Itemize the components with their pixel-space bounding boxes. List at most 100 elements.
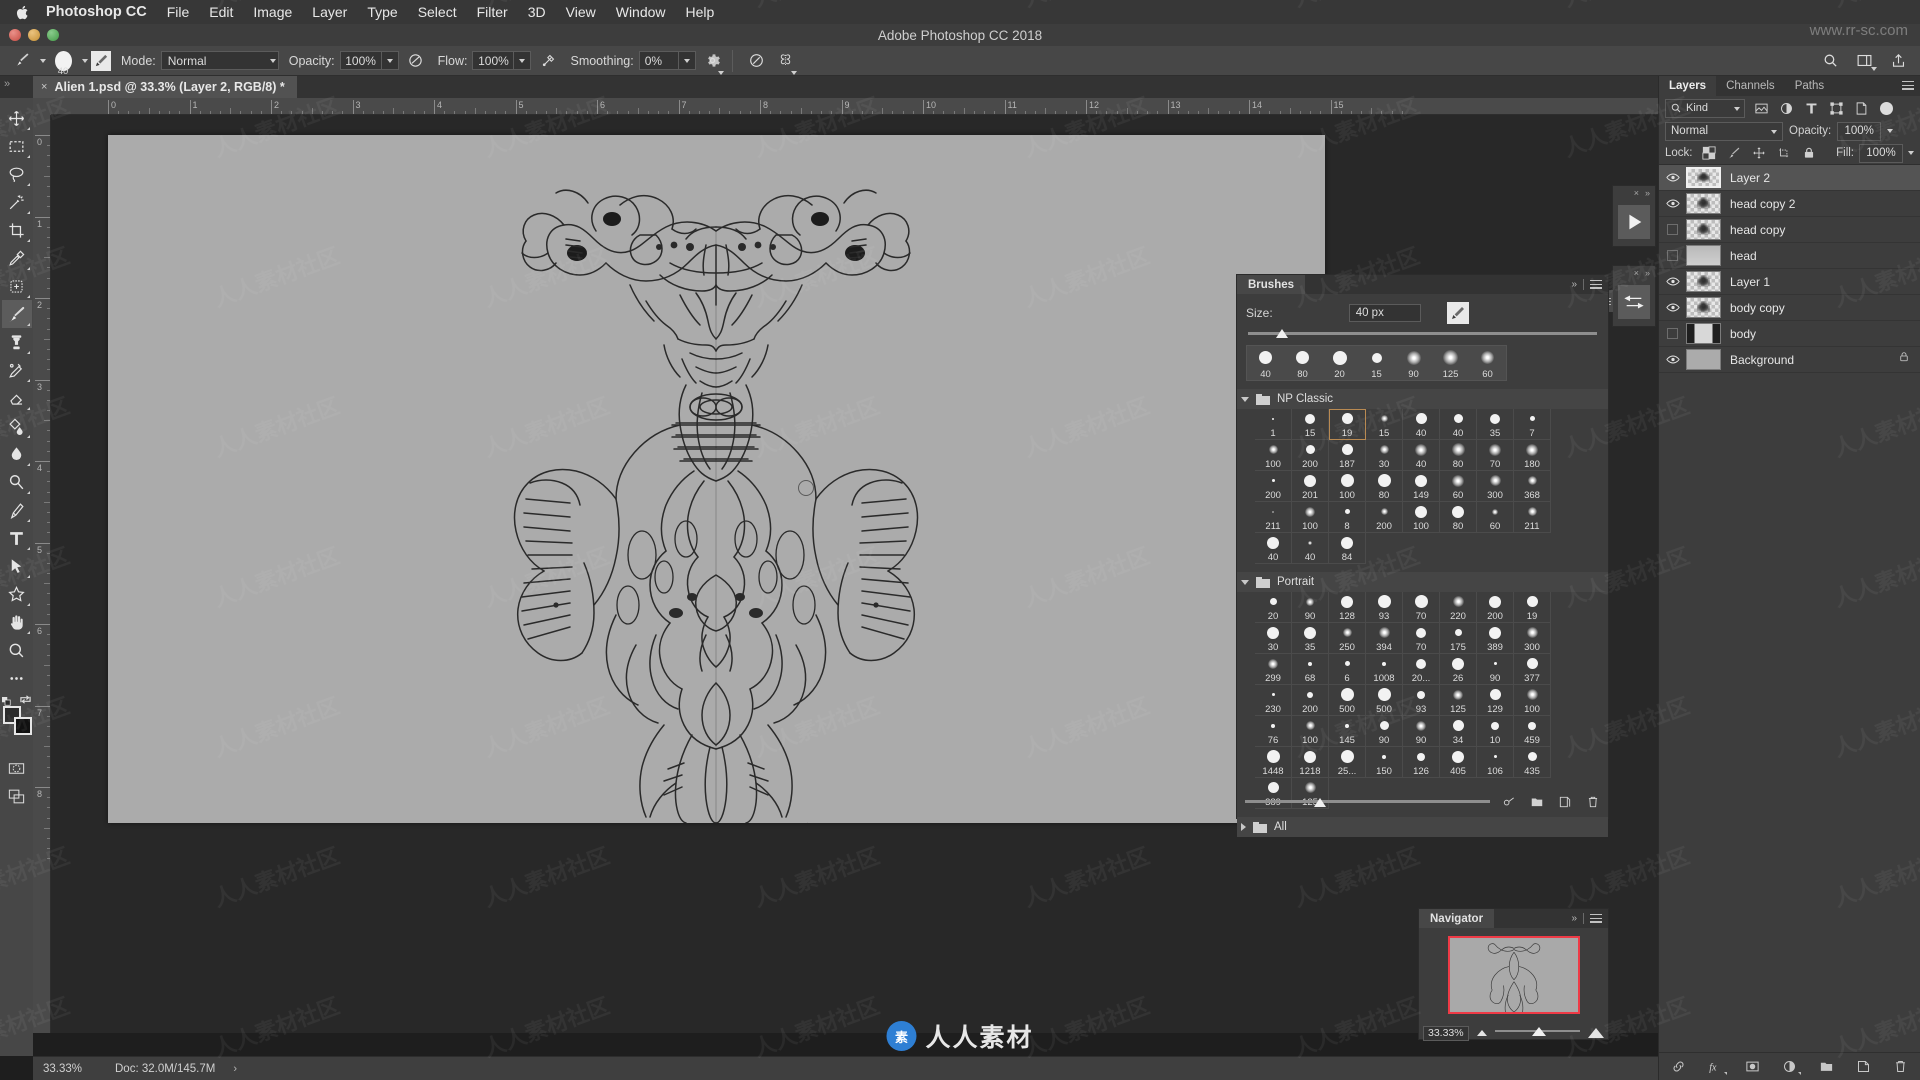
brush-preset-cell[interactable]: 500 — [1329, 685, 1366, 716]
menu-image[interactable]: Image — [253, 4, 292, 20]
brush-preset-picker[interactable]: 40 — [46, 46, 80, 77]
layer-visibility-eye-icon[interactable] — [1659, 172, 1686, 183]
layer-thumbnail[interactable] — [1686, 219, 1721, 240]
close-icon[interactable]: × — [1634, 188, 1639, 198]
brush-preset-cell[interactable]: 76 — [1255, 716, 1292, 747]
brush-preset-cell[interactable]: 377 — [1514, 654, 1551, 685]
hamburger-icon[interactable] — [1590, 914, 1602, 923]
play-icon[interactable] — [1618, 205, 1650, 239]
layer-thumbnail[interactable] — [1686, 245, 1721, 266]
layer-row[interactable]: head — [1659, 243, 1920, 269]
brush-preset-cell[interactable]: 250 — [1329, 623, 1366, 654]
layer-visibility-eye-icon[interactable] — [1659, 198, 1686, 209]
flow-input[interactable]: 100% — [472, 51, 515, 70]
tabs-collapse-icon[interactable]: » — [4, 78, 10, 90]
lock-position-icon[interactable] — [1747, 143, 1772, 163]
menu-edit[interactable]: Edit — [209, 4, 233, 20]
screen-mode-icon[interactable] — [2, 782, 32, 810]
shape-filter-icon[interactable] — [1824, 97, 1849, 119]
opacity-input[interactable]: 100% — [339, 51, 382, 70]
opacity-dropdown-button[interactable] — [381, 51, 399, 70]
brush-preset-cell[interactable]: 1008 — [1366, 654, 1403, 685]
tab-brushes[interactable]: Brushes — [1237, 275, 1306, 294]
layer-fill-input[interactable]: 100% — [1859, 143, 1903, 163]
magic-wand-tool[interactable] — [2, 188, 32, 216]
brush-settings-icon[interactable] — [1618, 285, 1650, 319]
lock-transparent-pixels-icon[interactable] — [1697, 143, 1722, 163]
navigator-zoom-slider[interactable] — [1495, 1027, 1580, 1039]
layer-visibility-toggle[interactable] — [1659, 224, 1686, 235]
layer-row[interactable]: body copy — [1659, 295, 1920, 321]
tab-paths[interactable]: Paths — [1785, 76, 1834, 96]
brush-preset-cell[interactable]: 6 — [1329, 654, 1366, 685]
brush-preset-cell[interactable]: 180 — [1514, 440, 1551, 471]
brush-preset-cell[interactable]: 211 — [1514, 502, 1551, 533]
brush-preset-cell[interactable]: 145 — [1329, 716, 1366, 747]
brush-settings-panel-icon[interactable] — [91, 50, 111, 71]
brush-preset-cell[interactable]: 201 — [1292, 471, 1329, 502]
brush-preset-cell[interactable]: 20... — [1403, 654, 1440, 685]
menu-select[interactable]: Select — [418, 4, 457, 20]
brush-preset-cell[interactable]: 40 — [1403, 440, 1440, 471]
gradient-tool[interactable] — [2, 412, 32, 440]
expand-icon[interactable]: » — [1645, 268, 1650, 278]
zoom-in-icon[interactable] — [1588, 1028, 1604, 1038]
brush-preset-cell[interactable]: 25... — [1329, 747, 1366, 778]
delete-layer-icon[interactable] — [1893, 1059, 1908, 1074]
layer-thumbnail[interactable] — [1686, 323, 1721, 344]
lock-artboard-nesting-icon[interactable] — [1772, 143, 1797, 163]
timeline-play-dock[interactable]: × » — [1612, 185, 1656, 247]
brush-preset-cell[interactable]: 35 — [1292, 623, 1329, 654]
brush-preset-cell[interactable]: 60 — [1440, 471, 1477, 502]
status-zoom-level[interactable]: 33.33% — [33, 1063, 105, 1075]
default-colors-icon[interactable] — [1, 693, 11, 706]
layer-blend-mode-select[interactable]: Normal — [1665, 121, 1783, 141]
brush-preset-cell[interactable]: 90 — [1403, 716, 1440, 747]
brush-preset-cell[interactable]: 100 — [1255, 440, 1292, 471]
type-filter-icon[interactable] — [1799, 97, 1824, 119]
close-icon[interactable]: × — [1634, 268, 1639, 278]
brush-preset-cell[interactable]: 15 — [1366, 409, 1403, 440]
layer-style-fx-icon[interactable]: fx — [1708, 1059, 1727, 1075]
brush-preset-cell[interactable]: 100 — [1292, 502, 1329, 533]
brush-preset-cell[interactable]: 60 — [1477, 502, 1514, 533]
tab-channels[interactable]: Channels — [1716, 76, 1785, 96]
brush-preset-cell[interactable]: 106 — [1477, 747, 1514, 778]
brush-panel-scroll-slider[interactable] — [1245, 798, 1490, 810]
layer-visibility-toggle[interactable] — [1659, 250, 1686, 261]
brush-preset-cell[interactable]: 1 — [1255, 409, 1292, 440]
zoom-out-icon[interactable] — [1477, 1030, 1487, 1036]
os-menu-app-name[interactable]: Photoshop CC — [46, 4, 147, 20]
brush-preset-cell[interactable]: 220 — [1440, 592, 1477, 623]
brush-preset-cell[interactable]: 8 — [1329, 502, 1366, 533]
edit-toolbar-ellipsis[interactable] — [2, 664, 32, 692]
brush-preset-cell[interactable]: 34 — [1440, 716, 1477, 747]
brush-preset-cell[interactable]: 299 — [1255, 654, 1292, 685]
layer-row[interactable]: Layer 2 — [1659, 165, 1920, 191]
menu-3d[interactable]: 3D — [528, 4, 546, 20]
delete-brush-icon[interactable] — [1586, 795, 1600, 814]
brush-preset-cell[interactable]: 200 — [1255, 471, 1292, 502]
hamburger-icon[interactable] — [1590, 280, 1602, 289]
brush-preset-cell[interactable]: 30 — [1366, 440, 1403, 471]
brush-preset-cell[interactable]: 80 — [1366, 471, 1403, 502]
adjustment-filter-icon[interactable] — [1774, 97, 1799, 119]
brush-toggle-icon[interactable] — [1446, 302, 1469, 324]
pressure-for-size-icon[interactable] — [745, 49, 769, 73]
brush-preset-cell[interactable]: 7 — [1514, 409, 1551, 440]
brush-preset-cell[interactable]: 500 — [1366, 685, 1403, 716]
brush-preset-cell[interactable]: 70 — [1403, 592, 1440, 623]
brush-tool[interactable] — [1, 300, 32, 328]
brush-preset-cell[interactable]: 40 — [1292, 533, 1329, 564]
quick-mask-icon[interactable] — [2, 754, 32, 782]
pixel-filter-icon[interactable] — [1749, 97, 1774, 119]
brush-size-slider-thumb[interactable] — [1275, 329, 1288, 338]
layer-thumbnail[interactable] — [1686, 349, 1721, 370]
smoothing-input[interactable]: 0% — [638, 51, 679, 70]
layer-row[interactable]: body — [1659, 321, 1920, 347]
recent-brush-preset[interactable]: 90 — [1395, 346, 1432, 380]
brush-preset-cell[interactable]: 128 — [1329, 592, 1366, 623]
menu-view[interactable]: View — [566, 4, 596, 20]
expand-icon[interactable]: » — [1645, 188, 1650, 198]
brush-preset-cell[interactable]: 90 — [1366, 716, 1403, 747]
